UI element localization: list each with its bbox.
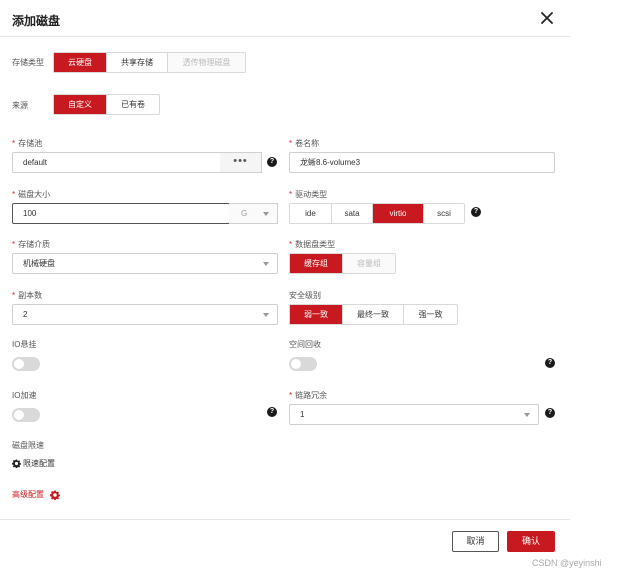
volume-name-label-text: 卷名称 bbox=[295, 139, 320, 148]
volume-name-label: * 卷名称 bbox=[289, 139, 320, 148]
link-redundancy-label: * 链路冗余 bbox=[289, 391, 328, 400]
disk-size-unit-value: G bbox=[241, 209, 248, 218]
replicas-label: * 副本数 bbox=[12, 291, 43, 300]
data-disk-type-label: * 数据盘类型 bbox=[289, 240, 336, 249]
add-disk-dialog: 添加磁盘 存储类型 云硬盘 共享存储 透传物理磁盘 来源 自定义 已有卷 * 存储… bbox=[0, 0, 570, 574]
driver-type-help-icon[interactable]: ? bbox=[471, 207, 481, 217]
gear-icon bbox=[50, 490, 60, 500]
driver-type-segmented: ide sata virtio scsi bbox=[289, 203, 465, 224]
advanced-config-toggle[interactable]: 高级配置 bbox=[12, 489, 60, 500]
storage-medium-label-text: 存储介质 bbox=[18, 240, 51, 249]
storage-medium-select[interactable]: 机械硬盘 bbox=[12, 253, 278, 274]
data-disk-type-option-cache[interactable]: 缓存组 bbox=[290, 254, 343, 273]
storage-type-option-passthrough[interactable]: 透传物理磁盘 bbox=[168, 53, 245, 72]
io-accel-help-icon[interactable]: ? bbox=[267, 407, 277, 417]
storage-medium-label: * 存储介质 bbox=[12, 240, 51, 249]
link-redundancy-help-icon[interactable]: ? bbox=[545, 408, 555, 418]
volume-name-input[interactable]: 龙蜥8.6-volume3 bbox=[289, 152, 555, 173]
replicas-select[interactable]: 2 bbox=[12, 304, 278, 325]
pool-label-text: 存储池 bbox=[18, 139, 43, 148]
link-redundancy-select[interactable]: 1 bbox=[289, 404, 539, 425]
source-option-custom[interactable]: 自定义 bbox=[54, 95, 107, 114]
rate-limit-config-link[interactable]: 限速配置 bbox=[12, 458, 55, 469]
source-segmented: 自定义 已有卷 bbox=[53, 94, 160, 115]
confirm-button[interactable]: 确认 bbox=[507, 531, 555, 552]
space-reclaim-toggle[interactable] bbox=[289, 357, 317, 371]
pool-help-icon[interactable]: ? bbox=[267, 157, 277, 167]
disk-size-input[interactable]: 100 bbox=[12, 203, 230, 224]
disk-size-label: * 磁盘大小 bbox=[12, 190, 51, 199]
disk-size-label-text: 磁盘大小 bbox=[18, 190, 51, 199]
security-level-option-eventual[interactable]: 最终一致 bbox=[343, 305, 404, 324]
chevron-down-icon bbox=[524, 413, 530, 417]
chevron-down-icon bbox=[263, 313, 269, 317]
space-reclaim-help-icon[interactable]: ? bbox=[545, 358, 555, 368]
replicas-label-text: 副本数 bbox=[18, 291, 43, 300]
space-reclaim-label: 空间回收 bbox=[289, 340, 321, 349]
cancel-button[interactable]: 取消 bbox=[452, 531, 499, 552]
storage-type-option-cloud-disk[interactable]: 云硬盘 bbox=[54, 53, 107, 72]
replicas-value: 2 bbox=[23, 310, 28, 319]
driver-type-option-sata[interactable]: sata bbox=[332, 204, 373, 223]
driver-type-option-scsi[interactable]: scsi bbox=[424, 204, 464, 223]
pool-input[interactable]: default bbox=[12, 152, 221, 173]
watermark: CSDN @yeyinshi bbox=[532, 558, 602, 568]
data-disk-type-segmented: 缓存组 容量组 bbox=[289, 253, 396, 274]
data-disk-type-label-text: 数据盘类型 bbox=[295, 240, 336, 249]
io-hang-label: IO悬挂 bbox=[12, 340, 37, 349]
storage-type-option-shared[interactable]: 共享存储 bbox=[107, 53, 168, 72]
advanced-config-text: 高级配置 bbox=[12, 490, 44, 499]
security-level-segmented: 弱一致 最终一致 强一致 bbox=[289, 304, 458, 325]
io-accel-label: IO加速 bbox=[12, 391, 37, 400]
driver-type-label-text: 驱动类型 bbox=[295, 190, 328, 199]
driver-type-label: * 驱动类型 bbox=[289, 190, 328, 199]
footer-divider bbox=[0, 519, 570, 520]
link-redundancy-value: 1 bbox=[300, 410, 305, 419]
dialog-title: 添加磁盘 bbox=[12, 14, 61, 28]
link-redundancy-label-text: 链路冗余 bbox=[295, 391, 328, 400]
gear-icon bbox=[12, 459, 21, 468]
storage-type-label: 存储类型 bbox=[12, 58, 44, 67]
data-disk-type-option-capacity[interactable]: 容量组 bbox=[343, 254, 395, 273]
chevron-down-icon bbox=[263, 212, 269, 216]
close-icon[interactable] bbox=[539, 10, 555, 26]
storage-type-segmented: 云硬盘 共享存储 透传物理磁盘 bbox=[53, 52, 246, 73]
disk-limit-label: 磁盘限速 bbox=[12, 441, 44, 450]
dialog-header: 添加磁盘 bbox=[0, 0, 570, 37]
io-hang-toggle[interactable] bbox=[12, 357, 40, 371]
rate-limit-config-text: 限速配置 bbox=[23, 459, 55, 468]
security-level-option-strong[interactable]: 强一致 bbox=[404, 305, 457, 324]
pool-browse-button[interactable]: ••• bbox=[220, 152, 262, 173]
source-option-existing[interactable]: 已有卷 bbox=[107, 95, 159, 114]
chevron-down-icon bbox=[263, 262, 269, 266]
io-accel-toggle[interactable] bbox=[12, 408, 40, 422]
source-label: 来源 bbox=[12, 101, 28, 110]
driver-type-option-ide[interactable]: ide bbox=[290, 204, 332, 223]
driver-type-option-virtio[interactable]: virtio bbox=[373, 204, 424, 223]
disk-size-unit-select[interactable]: G bbox=[229, 203, 278, 224]
pool-label: * 存储池 bbox=[12, 139, 43, 148]
storage-medium-value: 机械硬盘 bbox=[23, 259, 55, 268]
security-level-label: 安全级别 bbox=[289, 291, 321, 300]
security-level-option-weak[interactable]: 弱一致 bbox=[290, 305, 343, 324]
